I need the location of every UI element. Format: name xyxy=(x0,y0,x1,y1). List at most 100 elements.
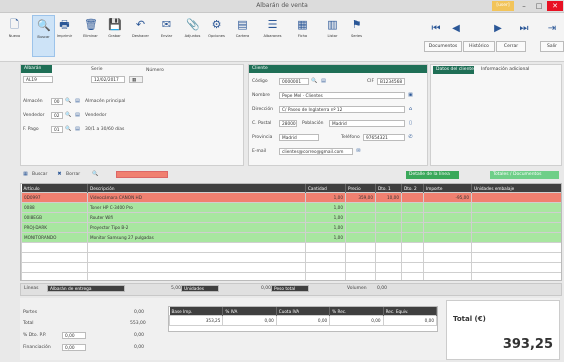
eliminar-button[interactable]: 🗑 Eliminar xyxy=(80,15,101,55)
deshacer-button[interactable]: ↶ Deshacer xyxy=(130,15,151,55)
table-cell[interactable] xyxy=(423,262,472,273)
nombre-field[interactable]: Pepe Mel · Clientes xyxy=(279,92,405,99)
table-cell[interactable] xyxy=(87,262,306,273)
table-cell[interactable]: PROJ-DARK xyxy=(21,222,88,233)
series-button[interactable]: ⚑ Series xyxy=(346,15,367,55)
table-cell[interactable] xyxy=(401,222,424,233)
table-cell[interactable] xyxy=(471,252,561,263)
dto-pp-field[interactable]: 0,00 xyxy=(62,332,86,339)
table-cell[interactable] xyxy=(345,202,376,213)
table-row[interactable] xyxy=(21,272,561,280)
table-cell[interactable] xyxy=(345,232,376,243)
table-row[interactable] xyxy=(21,252,561,263)
table-cell[interactable] xyxy=(401,212,424,223)
exit-icon[interactable]: ⇥ xyxy=(544,23,560,35)
search-icon[interactable]: 🔍 xyxy=(92,171,99,178)
grid-header-cell[interactable]: Descripción xyxy=(87,184,306,193)
table-cell[interactable] xyxy=(375,232,402,243)
almacen-open-icon[interactable]: ▤ xyxy=(74,98,81,105)
table-cell[interactable]: 00I8EGB xyxy=(21,212,88,223)
table-cell[interactable]: 1,00 xyxy=(305,212,346,223)
cerrar-button[interactable]: Cerrar xyxy=(496,41,526,52)
table-cell[interactable] xyxy=(423,232,472,243)
salir-button[interactable]: Salir xyxy=(540,41,564,52)
table-cell[interactable] xyxy=(471,242,561,253)
vendedor-search-icon[interactable]: 🔍 xyxy=(65,112,72,119)
table-cell[interactable] xyxy=(345,222,376,233)
maximize-button[interactable]: □ xyxy=(532,1,546,11)
table-cell[interactable] xyxy=(401,202,424,213)
table-cell[interactable]: Videocámara CANON HD xyxy=(87,192,306,203)
financiacion-field[interactable]: 0,00 xyxy=(62,344,86,351)
nuevo-button[interactable]: 🗋 Nuevo xyxy=(4,15,25,55)
grid-header-cell[interactable]: Dto. 2 xyxy=(401,184,424,193)
albaranes-button[interactable]: ☰ Albaranes xyxy=(262,15,283,55)
table-row[interactable] xyxy=(21,242,561,253)
table-cell[interactable] xyxy=(423,272,472,280)
table-cell[interactable]: MONITORANDO xyxy=(21,232,88,243)
table-cell[interactable]: Proyector Tipo B-2 xyxy=(87,222,306,233)
table-row[interactable]: 0088 Toner HP C-3400 Pro 1,00 xyxy=(21,202,561,213)
codigo-field[interactable]: 0000001 xyxy=(279,78,309,85)
table-cell[interactable] xyxy=(375,272,402,280)
fpago-search-icon[interactable]: 🔍 xyxy=(65,126,72,133)
fpago-open-icon[interactable]: ▤ xyxy=(74,126,81,133)
client-card-icon[interactable]: ▣ xyxy=(407,92,414,99)
direccion-field[interactable]: C/ Paseo de Inglaterra nº 12 xyxy=(279,106,405,113)
table-cell[interactable] xyxy=(375,242,402,253)
address-home-icon[interactable]: ⌂ xyxy=(407,106,414,113)
table-cell[interactable]: 1,00 xyxy=(305,232,346,243)
grid-header-cell[interactable]: Precio xyxy=(345,184,376,193)
table-cell[interactable]: 359,00 xyxy=(345,192,376,203)
table-cell[interactable] xyxy=(471,222,561,233)
tab-info-adicional[interactable]: Información adicional xyxy=(481,65,529,74)
table-cell[interactable] xyxy=(375,212,402,223)
table-cell[interactable] xyxy=(87,252,306,263)
table-row[interactable]: 00I8EGB Router Wifi 1,00 xyxy=(21,212,561,223)
table-cell[interactable]: -95,00 xyxy=(423,192,472,203)
table-cell[interactable] xyxy=(375,262,402,273)
table-cell[interactable] xyxy=(87,242,306,253)
table-cell[interactable] xyxy=(305,252,346,263)
table-cell[interactable] xyxy=(423,202,472,213)
table-cell[interactable] xyxy=(471,192,561,203)
almacen-search-icon[interactable]: 🔍 xyxy=(65,98,72,105)
ficha-button[interactable]: ▦ Ficha xyxy=(292,15,313,55)
table-cell[interactable] xyxy=(21,262,88,273)
poblacion-field[interactable]: Madrid xyxy=(329,120,405,127)
table-row[interactable]: 0D0997 Videocámara CANON HD 1,00 359,00 10,0… xyxy=(21,192,561,203)
table-cell[interactable] xyxy=(345,272,376,280)
grid-header-cell[interactable]: Unidades embalaje xyxy=(471,184,561,193)
serie-field[interactable]: AL19 xyxy=(23,76,53,83)
delete-line-icon[interactable]: ✖ xyxy=(56,171,63,178)
table-cell[interactable] xyxy=(401,262,424,273)
adjuntos-button[interactable]: 📎 Adjuntos xyxy=(182,15,203,55)
table-cell[interactable]: Toner HP C-3400 Pro xyxy=(87,202,306,213)
table-cell[interactable]: 1,00 xyxy=(305,222,346,233)
cpostal-field[interactable]: 28000 xyxy=(279,120,297,127)
table-cell[interactable] xyxy=(471,232,561,243)
table-cell[interactable] xyxy=(401,242,424,253)
table-cell[interactable] xyxy=(471,212,561,223)
table-cell[interactable] xyxy=(423,222,472,233)
email-icon[interactable]: ✉ xyxy=(355,148,362,155)
table-cell[interactable] xyxy=(305,272,346,280)
table-cell[interactable] xyxy=(401,232,424,243)
grid-view-icon[interactable]: ▦ xyxy=(22,171,29,178)
buscar-lines-button[interactable]: Buscar xyxy=(32,172,47,177)
table-cell[interactable] xyxy=(471,202,561,213)
grid-header-cell[interactable]: Cantidad xyxy=(305,184,346,193)
table-cell[interactable] xyxy=(401,192,424,203)
borrar-lines-button[interactable]: Borrar xyxy=(66,172,80,177)
table-row[interactable] xyxy=(21,262,561,273)
cif-field[interactable]: B1234568 xyxy=(377,78,405,85)
vendedor-open-icon[interactable]: ▤ xyxy=(74,112,81,119)
calendar-icon[interactable]: ▦ xyxy=(129,76,143,83)
opciones-button[interactable]: ⚙ Opciones xyxy=(206,15,227,55)
table-cell[interactable] xyxy=(305,242,346,253)
table-cell[interactable]: 1,00 xyxy=(305,192,346,203)
listar-button[interactable]: ▥ Listar xyxy=(322,15,343,55)
tab-totales[interactable]: Totales / Documentos xyxy=(490,171,559,179)
codigo-search-icon[interactable]: 🔍 xyxy=(311,78,318,85)
historico-button[interactable]: Histórico xyxy=(463,41,495,52)
